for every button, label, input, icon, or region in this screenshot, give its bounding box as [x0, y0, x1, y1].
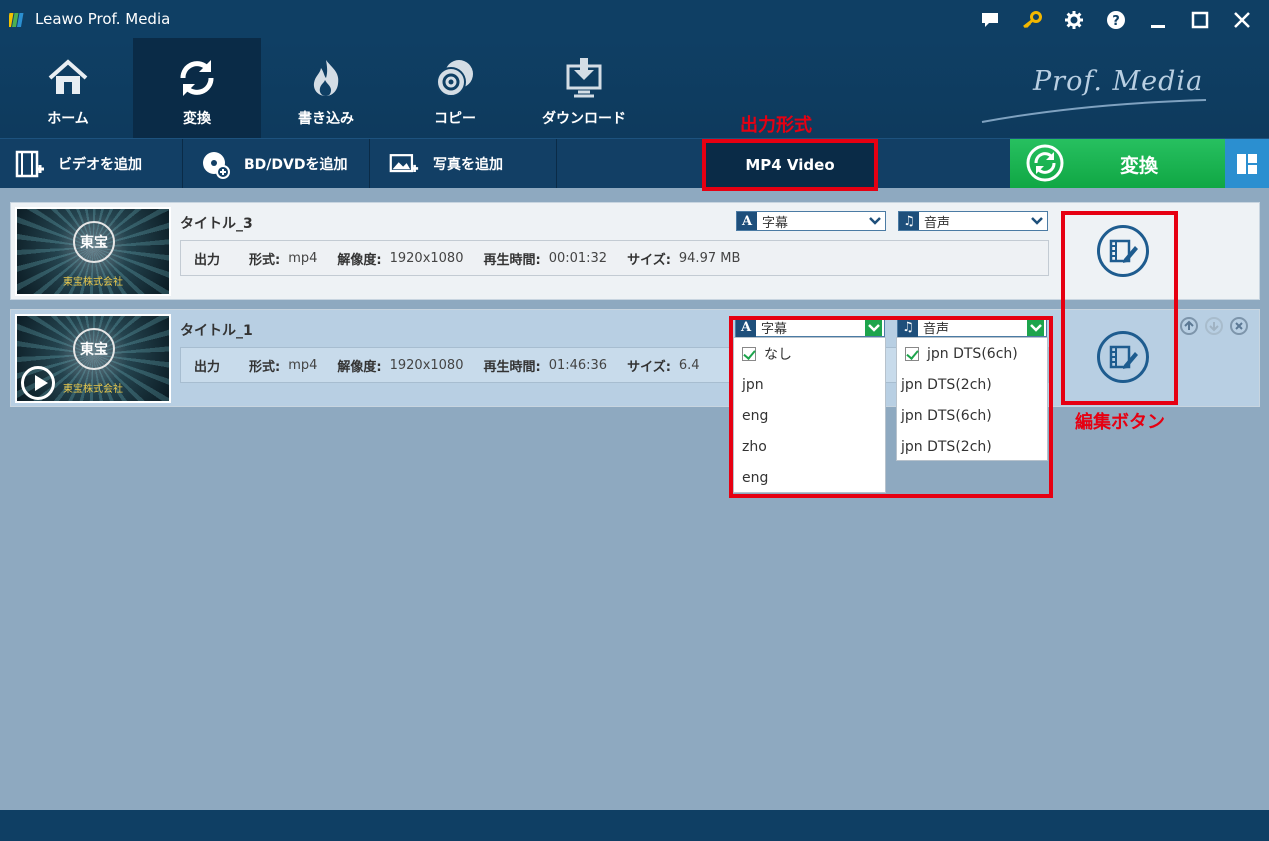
nav-burn-label: 書き込み: [298, 111, 354, 127]
close-icon[interactable]: [1221, 6, 1263, 34]
nav-copy[interactable]: コピー: [391, 38, 519, 138]
nav-convert-label: 変換: [183, 111, 211, 127]
annotation-edit-button: 編集ボタン: [1075, 412, 1165, 433]
duration-value: 00:01:32: [548, 250, 608, 266]
thumbnail-seal: 東宝: [73, 328, 115, 370]
add-bddvd-button[interactable]: BD/DVDを追加: [184, 139, 370, 188]
size-value: 94.97 MB: [678, 250, 741, 266]
thumbnail-company: 東宝株式会社: [63, 277, 123, 288]
convert-icon: [180, 60, 214, 96]
add-video-label: ビデオを追加: [58, 156, 142, 173]
nav-copy-label: コピー: [434, 111, 476, 127]
output-label: 出力: [194, 359, 221, 375]
subtitle-select-label: 字幕: [762, 215, 789, 231]
dropdown-highlight: [729, 316, 1053, 498]
duration-key: 再生時間:: [483, 252, 541, 268]
nav-download-label: ダウンロード: [542, 111, 626, 127]
play-icon[interactable]: [21, 366, 55, 400]
add-photo-label: 写真を追加: [433, 156, 503, 173]
audio-icon: ♫: [899, 212, 919, 230]
nav-home-label: ホーム: [47, 111, 89, 127]
duration-key: 再生時間:: [483, 359, 541, 375]
subtitle-select[interactable]: A 字幕: [736, 211, 886, 231]
resolution-key: 解像度:: [337, 359, 382, 375]
add-photo-icon: [389, 149, 419, 179]
layout-toggle-button[interactable]: [1225, 139, 1269, 188]
size-key: サイズ:: [627, 359, 671, 375]
audio-select-label: 音声: [924, 215, 951, 231]
resolution-key: 解像度:: [337, 252, 382, 268]
format-key: 形式:: [249, 252, 281, 268]
maximize-icon[interactable]: [1179, 6, 1221, 34]
copy-icon: [436, 60, 473, 97]
format-value: mp4: [288, 250, 318, 266]
audio-select[interactable]: ♫ 音声: [898, 211, 1048, 231]
feedback-icon[interactable]: [969, 6, 1011, 34]
app-logo-icon: [9, 13, 24, 27]
format-key: 形式:: [249, 359, 281, 375]
nav-home[interactable]: ホーム: [4, 38, 132, 138]
chevron-down-icon: [866, 213, 883, 229]
format-value: mp4: [288, 357, 318, 373]
edit-button-highlight: [1061, 211, 1178, 405]
convert-button[interactable]: 変換: [1010, 139, 1225, 188]
nav-convert[interactable]: 変換: [133, 38, 261, 138]
title-bar: Leawo Prof. Media ?: [0, 0, 1269, 38]
size-key: サイズ:: [627, 252, 671, 268]
minimize-icon[interactable]: [1137, 6, 1179, 34]
remove-icon[interactable]: [1230, 317, 1248, 335]
subtitle-icon: A: [737, 212, 757, 230]
move-down-icon[interactable]: [1205, 317, 1223, 335]
resolution-value: 1920x1080: [389, 357, 464, 373]
output-label: 出力: [194, 252, 221, 268]
help-icon[interactable]: ?: [1095, 6, 1137, 34]
output-format-selector[interactable]: MP4 Video: [702, 139, 878, 191]
annotation-output-format: 出力形式: [740, 115, 812, 136]
row-info: 出力 形式: mp4 解像度: 1920x1080 再生時間: 00:01:32 サイ…: [180, 240, 1049, 276]
row-title: タイトル_1: [180, 323, 253, 339]
move-up-icon[interactable]: [1180, 317, 1198, 335]
video-thumbnail[interactable]: 東宝 東宝株式会社: [15, 207, 171, 296]
svg-text:?: ?: [1112, 14, 1120, 29]
convert-button-label: 変換: [1120, 155, 1159, 177]
refresh-icon: [1026, 144, 1064, 182]
layout-icon: [1237, 153, 1257, 174]
home-icon: [48, 59, 88, 94]
video-thumbnail[interactable]: 東宝 東宝株式会社: [15, 314, 171, 403]
add-video-button[interactable]: ビデオを追加: [0, 139, 183, 188]
resolution-value: 1920x1080: [389, 250, 464, 266]
burn-icon: [313, 60, 339, 96]
nav-download[interactable]: ダウンロード: [520, 38, 648, 138]
add-disc-icon: [200, 149, 230, 179]
gear-icon[interactable]: [1053, 6, 1095, 34]
duration-value: 01:46:36: [548, 357, 608, 373]
nav-burn[interactable]: 書き込み: [262, 38, 390, 138]
key-icon[interactable]: [1011, 6, 1053, 34]
add-photo-button[interactable]: 写真を追加: [371, 139, 557, 188]
app-title: Leawo Prof. Media: [35, 10, 171, 28]
main-nav: ホーム 変換 書き込み コピー ダウンロード Prof. Media: [0, 38, 1269, 138]
add-bddvd-label: BD/DVDを追加: [244, 156, 348, 173]
row-title: タイトル_3: [180, 216, 253, 232]
brand-logo: Prof. Media: [978, 58, 1218, 128]
thumbnail-seal: 東宝: [73, 221, 115, 263]
status-bar: [0, 810, 1269, 841]
add-video-icon: [14, 149, 44, 179]
download-icon: [566, 58, 602, 98]
toolbar: ビデオを追加 BD/DVDを追加 写真を追加 MP4 Video 変換: [0, 138, 1269, 191]
chevron-down-icon: [1028, 213, 1045, 229]
size-value: 6.4: [678, 357, 700, 373]
